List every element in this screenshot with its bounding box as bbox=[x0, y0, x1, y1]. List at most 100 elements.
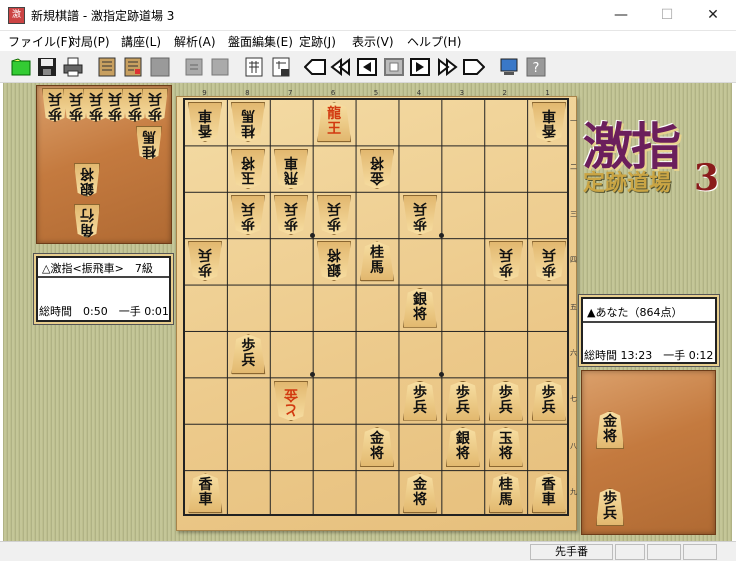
menu-analysis[interactable]: 解析(A) bbox=[174, 33, 216, 50]
forward-many-icon[interactable] bbox=[436, 56, 458, 78]
gote-player-name: △激指<振飛車> 7級 bbox=[42, 262, 153, 275]
gote-piece[interactable]: 歩兵 bbox=[317, 195, 351, 235]
piece-char: 歩 bbox=[198, 261, 213, 278]
sente-piece[interactable]: 歩兵 bbox=[596, 488, 624, 526]
gote-piece[interactable]: 金将 bbox=[360, 149, 394, 189]
piece-char: 歩 bbox=[455, 384, 470, 401]
sente-piece[interactable]: 玉将 bbox=[488, 427, 523, 467]
save-icon[interactable] bbox=[36, 56, 58, 78]
piece-char: 兵 bbox=[327, 200, 342, 216]
piece-char: 歩 bbox=[241, 215, 256, 231]
back-many-icon[interactable] bbox=[330, 56, 352, 78]
sente-piece[interactable]: 歩兵 bbox=[402, 380, 437, 421]
menu-help[interactable]: ヘルプ(H) bbox=[407, 33, 461, 50]
minimize-button[interactable]: — bbox=[598, 0, 644, 31]
sente-piece[interactable]: 龍王 bbox=[317, 102, 352, 143]
screen-icon[interactable] bbox=[498, 56, 520, 78]
piece-char: 馬 bbox=[370, 260, 385, 277]
toolbar: ? bbox=[0, 51, 736, 83]
redo-icon[interactable] bbox=[209, 56, 231, 78]
sente-piece[interactable]: 桂馬 bbox=[360, 241, 395, 282]
gote-piece[interactable]: 歩兵 bbox=[489, 241, 523, 281]
gote-piece[interactable]: 歩兵 bbox=[231, 195, 265, 235]
sente-piece[interactable]: 香車 bbox=[531, 473, 566, 514]
gote-piece[interactable]: 桂馬 bbox=[231, 102, 265, 142]
gote-piece[interactable]: 飛車 bbox=[274, 149, 308, 189]
board-save-icon[interactable] bbox=[270, 56, 292, 78]
undo-icon[interactable] bbox=[183, 56, 205, 78]
gote-piece[interactable]: 銀将 bbox=[317, 241, 351, 281]
piece-char: 兵 bbox=[455, 399, 470, 416]
help-icon[interactable]: ? bbox=[525, 56, 547, 78]
svg-text:?: ? bbox=[533, 61, 540, 76]
gote-piece[interactable]: 桂馬 bbox=[136, 126, 162, 160]
gote-piece[interactable]: 香車 bbox=[188, 102, 222, 142]
menu-view[interactable]: 表示(V) bbox=[352, 33, 394, 50]
stop-icon[interactable] bbox=[383, 56, 405, 78]
piece-char: 歩 bbox=[541, 384, 556, 401]
first-move-icon[interactable] bbox=[304, 56, 326, 78]
rank-label: 四 bbox=[570, 256, 577, 265]
sente-piece[interactable]: 銀将 bbox=[445, 427, 480, 467]
piece-char: 将 bbox=[80, 165, 94, 181]
menu-joseki[interactable]: 定跡(J) bbox=[299, 33, 336, 50]
gote-piece[interactable]: 歩兵 bbox=[188, 241, 222, 281]
kifu-edit-icon[interactable] bbox=[122, 56, 144, 78]
gote-piece[interactable]: 歩兵 bbox=[532, 241, 566, 281]
gray-square-icon[interactable] bbox=[149, 56, 171, 78]
board-input-icon[interactable] bbox=[243, 56, 265, 78]
menu-lesson[interactable]: 講座(L) bbox=[121, 33, 161, 50]
sente-piece[interactable]: 歩兵 bbox=[231, 334, 266, 375]
piece-char: 将 bbox=[412, 492, 427, 509]
menu-board-edit[interactable]: 盤面編集(E) bbox=[228, 33, 293, 50]
forward-one-icon[interactable] bbox=[409, 56, 431, 78]
piece-char: 兵 bbox=[284, 200, 299, 216]
gote-time: 総時間 0:50 一手 0:01 bbox=[39, 305, 169, 318]
piece-char: 歩 bbox=[498, 384, 513, 401]
menu-file[interactable]: ファイル(F) bbox=[8, 33, 72, 50]
logo-version: 3 bbox=[694, 157, 720, 199]
close-button[interactable]: ✕ bbox=[690, 0, 736, 31]
print-icon[interactable] bbox=[62, 56, 84, 78]
gote-piece[interactable]: 香車 bbox=[532, 102, 566, 142]
piece-char: 車 bbox=[284, 153, 299, 170]
sente-piece[interactable]: 香車 bbox=[188, 473, 223, 514]
piece-char: 馬 bbox=[241, 107, 256, 124]
file-label: 5 bbox=[373, 89, 379, 97]
status-panel bbox=[615, 544, 645, 560]
sente-piece[interactable]: 桂馬 bbox=[488, 473, 523, 514]
gote-piece[interactable]: 玉将 bbox=[231, 149, 265, 189]
piece-char: 馬 bbox=[498, 492, 513, 509]
piece-char: 香 bbox=[198, 122, 213, 139]
sente-piece[interactable]: 歩兵 bbox=[531, 380, 566, 421]
menu-game[interactable]: 対局(P) bbox=[69, 33, 110, 50]
sente-piece[interactable]: 銀将 bbox=[402, 287, 437, 328]
piece-char: 銀 bbox=[412, 291, 427, 308]
file-label: 6 bbox=[330, 89, 336, 97]
file-label: 2 bbox=[502, 89, 507, 97]
sente-piece[interactable]: 金将 bbox=[596, 411, 624, 449]
back-one-icon[interactable] bbox=[356, 56, 378, 78]
file-label: 1 bbox=[545, 89, 550, 97]
sente-piece[interactable]: 金将 bbox=[360, 427, 395, 467]
gote-piece[interactable]: と金 bbox=[274, 381, 308, 421]
piece-char: 銀 bbox=[80, 180, 94, 196]
sente-piece[interactable]: 歩兵 bbox=[445, 380, 480, 421]
rank-label: 五 bbox=[570, 302, 577, 311]
piece-char: 歩 bbox=[89, 105, 103, 121]
maximize-button[interactable]: ☐ bbox=[644, 0, 690, 31]
gote-info-panel: △激指<振飛車> 7級 総時間 0:50 一手 0:01 bbox=[36, 256, 171, 322]
menu-bar: ファイル(F) 対局(P) 講座(L) 解析(A) 盤面編集(E) 定跡(J) … bbox=[0, 31, 736, 51]
kifu-icon[interactable] bbox=[96, 56, 118, 78]
new-icon[interactable] bbox=[10, 56, 32, 78]
gote-piece[interactable]: 銀将 bbox=[74, 163, 100, 197]
gote-piece[interactable]: 歩兵 bbox=[274, 195, 308, 235]
gote-piece[interactable]: 角行 bbox=[74, 204, 100, 238]
sente-piece[interactable]: 歩兵 bbox=[488, 380, 523, 421]
piece-char: 玉 bbox=[241, 168, 256, 185]
gote-piece[interactable]: 歩兵 bbox=[142, 88, 168, 122]
sente-piece[interactable]: 金将 bbox=[402, 473, 437, 514]
piece-char: 兵 bbox=[89, 90, 103, 106]
gote-piece[interactable]: 歩兵 bbox=[403, 195, 437, 235]
last-move-icon[interactable] bbox=[463, 56, 485, 78]
